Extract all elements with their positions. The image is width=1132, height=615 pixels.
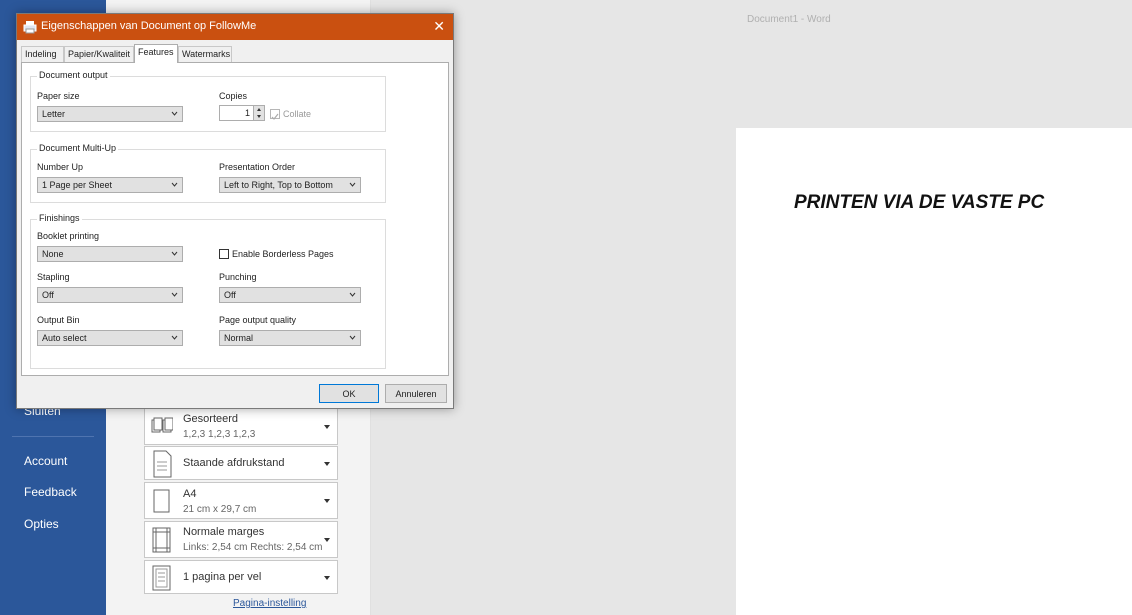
preview-page: PRINTEN VIA DE VASTE PC [736, 128, 1132, 615]
ok-button[interactable]: OK [319, 384, 379, 403]
copies-label: Copies [219, 91, 248, 101]
chevron-down-icon [324, 538, 330, 542]
borderless-label: Enable Borderless Pages [232, 249, 334, 259]
paper-size-setting[interactable]: A4 21 cm x 29,7 cm [144, 482, 338, 519]
dialog-title-bar[interactable]: Eigenschappen van Document op FollowMe ✕ [17, 14, 453, 40]
booklet-value: None [42, 249, 64, 259]
chevron-down-icon [171, 251, 178, 256]
tab-features[interactable]: Features [134, 44, 178, 63]
page-quality-value: Normal [224, 333, 254, 343]
finishings-legend: Finishings [37, 213, 82, 223]
borderless-checkbox[interactable] [219, 249, 229, 259]
page-setup-link[interactable]: Pagina-instelling [233, 598, 306, 609]
pages-per-sheet-setting[interactable]: 1 pagina per vel [144, 560, 338, 594]
paper-size-sub: 21 cm x 29,7 cm [183, 504, 257, 515]
margins-setting[interactable]: Normale marges Links: 2,54 cm Rechts: 2,… [144, 521, 338, 558]
collation-sub: 1,2,3 1,2,3 1,2,3 [183, 429, 256, 440]
multi-up-group: Document Multi-Up Number Up 1 Page per S… [30, 143, 386, 203]
chevron-down-icon [171, 335, 178, 340]
output-bin-label: Output Bin [37, 315, 80, 325]
tab-layout[interactable]: Indeling [21, 46, 64, 62]
collate-label: Collate [283, 109, 312, 119]
collation-label: Gesorteerd [183, 413, 239, 425]
cancel-button[interactable]: Annuleren [385, 384, 447, 403]
chevron-down-icon [349, 182, 356, 187]
chevron-down-icon [324, 499, 330, 503]
portrait-icon [153, 450, 172, 478]
chevron-down-icon [171, 292, 178, 297]
stapling-value: Off [42, 290, 54, 300]
spin-arrows-icon[interactable] [253, 106, 264, 120]
paper-size-select[interactable]: Letter [37, 106, 183, 122]
punching-label: Punching [219, 272, 257, 282]
word-window-title: Document1 - Word [747, 14, 831, 25]
document-output-group: Document output Paper size Letter Copies… [30, 70, 386, 132]
close-icon[interactable]: ✕ [433, 18, 445, 35]
paper-size-label: Paper size [37, 91, 80, 101]
chevron-down-icon [349, 292, 356, 297]
orientation-setting[interactable]: Staande afdrukstand [144, 446, 338, 480]
margins-sub: Links: 2,54 cm Rechts: 2,54 cm [183, 542, 323, 553]
checkmark-icon [271, 113, 279, 120]
tab-watermarks[interactable]: Watermarks [178, 46, 232, 62]
nav-account[interactable]: Account [24, 454, 67, 468]
chevron-down-icon [349, 335, 356, 340]
punching-select[interactable]: Off [219, 287, 361, 303]
chevron-down-icon [171, 182, 178, 187]
features-panel: Document output Paper size Letter Copies… [21, 62, 449, 376]
stapling-label: Stapling [37, 272, 70, 282]
page-quality-select[interactable]: Normal [219, 330, 361, 346]
booklet-select[interactable]: None [37, 246, 183, 262]
paper-size-value: Letter [42, 109, 66, 119]
booklet-label: Booklet printing [37, 231, 100, 241]
margins-icon [152, 527, 171, 553]
chevron-down-icon [171, 111, 178, 116]
number-up-value: 1 Page per Sheet [42, 180, 113, 190]
orientation-label: Staande afdrukstand [183, 457, 285, 469]
punching-value: Off [224, 290, 236, 300]
finishings-group: Finishings Booklet printing None Enable … [30, 213, 386, 369]
paper-size-label: A4 [183, 488, 197, 500]
paper-size-icon [153, 489, 170, 513]
nav-separator [12, 436, 94, 437]
dialog-title: Eigenschappen van Document op FollowMe [41, 20, 257, 32]
presentation-order-select[interactable]: Left to Right, Top to Bottom [219, 177, 361, 193]
chevron-down-icon [324, 425, 330, 429]
number-up-select[interactable]: 1 Page per Sheet [37, 177, 183, 193]
chevron-down-icon [324, 462, 330, 466]
collate-checkbox[interactable] [270, 109, 280, 120]
copies-value: 1 [244, 108, 250, 118]
preview-document-text: PRINTEN VIA DE VASTE PC [794, 192, 1045, 213]
copies-stepper[interactable]: 1 [219, 105, 265, 121]
collation-setting[interactable]: Gesorteerd 1,2,3 1,2,3 1,2,3 [144, 407, 338, 445]
pages-per-sheet-label: 1 pagina per vel [183, 571, 262, 583]
nav-feedback[interactable]: Feedback [24, 485, 77, 499]
printer-properties-dialog: Eigenschappen van Document op FollowMe ✕… [16, 13, 454, 409]
page-quality-label: Page output quality [219, 315, 297, 325]
presentation-order-value: Left to Right, Top to Bottom [224, 180, 333, 190]
stapling-select[interactable]: Off [37, 287, 183, 303]
tab-paper-quality[interactable]: Papier/Kwaliteit [64, 46, 134, 62]
multi-up-legend: Document Multi-Up [37, 143, 119, 153]
number-up-label: Number Up [37, 162, 84, 172]
margins-label: Normale marges [183, 526, 265, 538]
nav-options[interactable]: Opties [24, 517, 59, 531]
document-output-legend: Document output [37, 70, 110, 80]
pages-per-sheet-icon [152, 565, 171, 591]
output-bin-select[interactable]: Auto select [37, 330, 183, 346]
collate-icon [151, 417, 173, 433]
printer-icon [23, 21, 37, 34]
presentation-order-label: Presentation Order [219, 162, 296, 172]
output-bin-value: Auto select [42, 333, 87, 343]
chevron-down-icon [324, 576, 330, 580]
